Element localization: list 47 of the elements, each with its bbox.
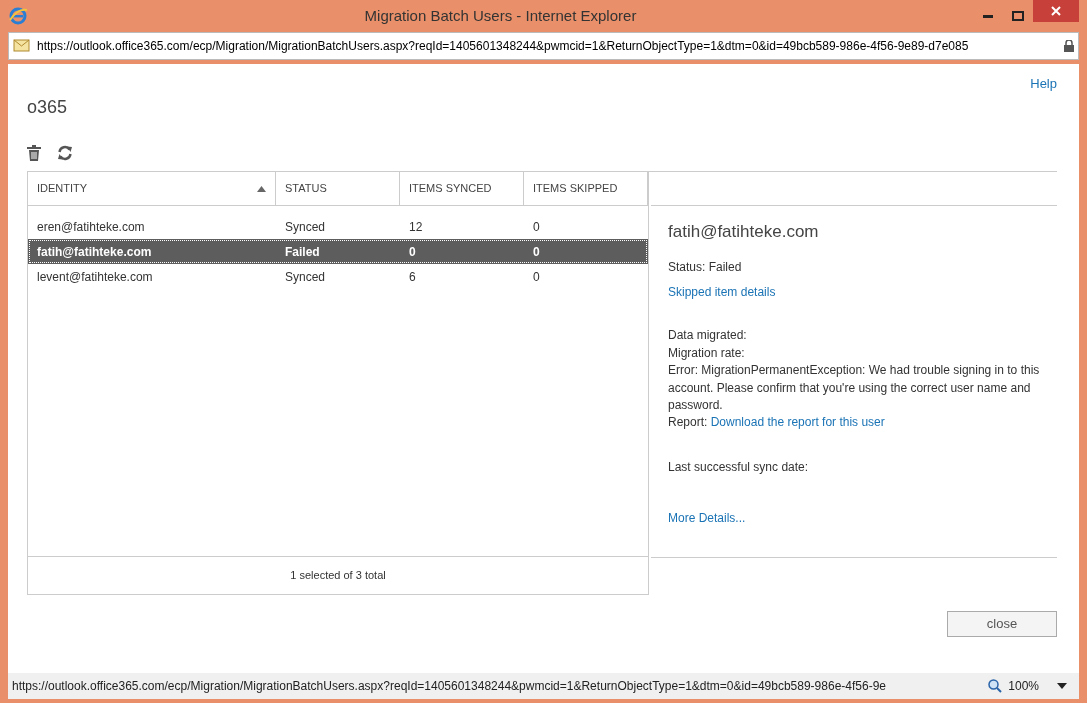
column-label: ITEMS SYNCED <box>409 181 492 197</box>
minimize-icon[interactable] <box>983 14 993 18</box>
status-text: Status: Failed <box>668 258 743 276</box>
detail-text: Migration rate: <box>668 344 746 362</box>
table-cell-text: Synced <box>284 268 327 286</box>
table-cell-text: fatih@fatihteke.com <box>36 243 153 261</box>
dropdown-caret-icon[interactable] <box>1057 683 1067 689</box>
more-details-link[interactable]: More Details... <box>668 511 746 526</box>
report-line: Report: Download the report for this user <box>668 414 886 432</box>
table-cell-text: eren@fatihteke.com <box>36 218 146 236</box>
last-sync-text: Last successful sync date: <box>668 458 810 476</box>
table-cell-text: Synced <box>284 218 327 236</box>
report-download-link[interactable]: Download the report for this user <box>710 415 885 430</box>
table-cell-text: 0 <box>532 218 541 236</box>
detail-heading: fatih@fatihteke.com <box>668 221 820 243</box>
table-row[interactable]: levent@fatihteke.com Synced 6 0 <box>28 264 648 289</box>
table-cell-text: Failed <box>284 243 321 261</box>
table-cell-text: 0 <box>408 243 417 261</box>
close-icon <box>1051 6 1061 16</box>
table-cell-text: 0 <box>532 243 541 261</box>
close-window-button[interactable] <box>1033 0 1079 22</box>
column-label: IDENTITY <box>37 181 88 197</box>
table-cell-text: levent@fatihteke.com <box>36 268 154 286</box>
table-row[interactable]: eren@fatihteke.com Synced 12 0 <box>28 214 648 239</box>
detail-text: Data migrated: <box>668 327 748 345</box>
detail-text: Error: MigrationPermanentException: We had trouble signing in to this account. Please confirm that you're using the correct user name and password. <box>668 362 1040 414</box>
selection-count: 1 selected of 3 total <box>28 556 648 594</box>
table-cell-text: 12 <box>408 218 424 236</box>
table-cell-text: 6 <box>408 268 417 286</box>
window-title: Migration Batch Users - Internet Explorer <box>363 5 638 26</box>
column-label: ITEMS SKIPPED <box>533 181 618 197</box>
mail-page-icon <box>13 38 31 54</box>
zoom-level[interactable]: 100% <box>1008 677 1039 695</box>
maximize-icon[interactable] <box>1012 11 1024 21</box>
status-url: https://outlook.office365.com/ecp/Migration/MigrationBatchUsers.aspx?reqId=1405601348244&pwmcid=1&ReturnObjectType=1&dtm=0&id=49bcb589-986e-4f56-9e <box>12 678 886 695</box>
table-cell-text: 0 <box>532 268 541 286</box>
table-row[interactable]: fatih@fatihteke.com Failed 0 0 <box>28 239 648 264</box>
close-button[interactable]: close <box>947 611 1057 637</box>
column-label: STATUS <box>285 181 327 197</box>
trash-icon[interactable] <box>27 145 41 161</box>
zoom-icon[interactable] <box>988 679 1003 693</box>
page-title: o365 <box>27 96 68 119</box>
skipped-details-link[interactable]: Skipped item details <box>668 284 776 302</box>
lock-icon <box>1064 40 1074 52</box>
refresh-icon[interactable] <box>57 145 73 161</box>
browser-logo-icon <box>8 6 28 26</box>
help-link[interactable]: Help <box>1030 74 1057 121</box>
